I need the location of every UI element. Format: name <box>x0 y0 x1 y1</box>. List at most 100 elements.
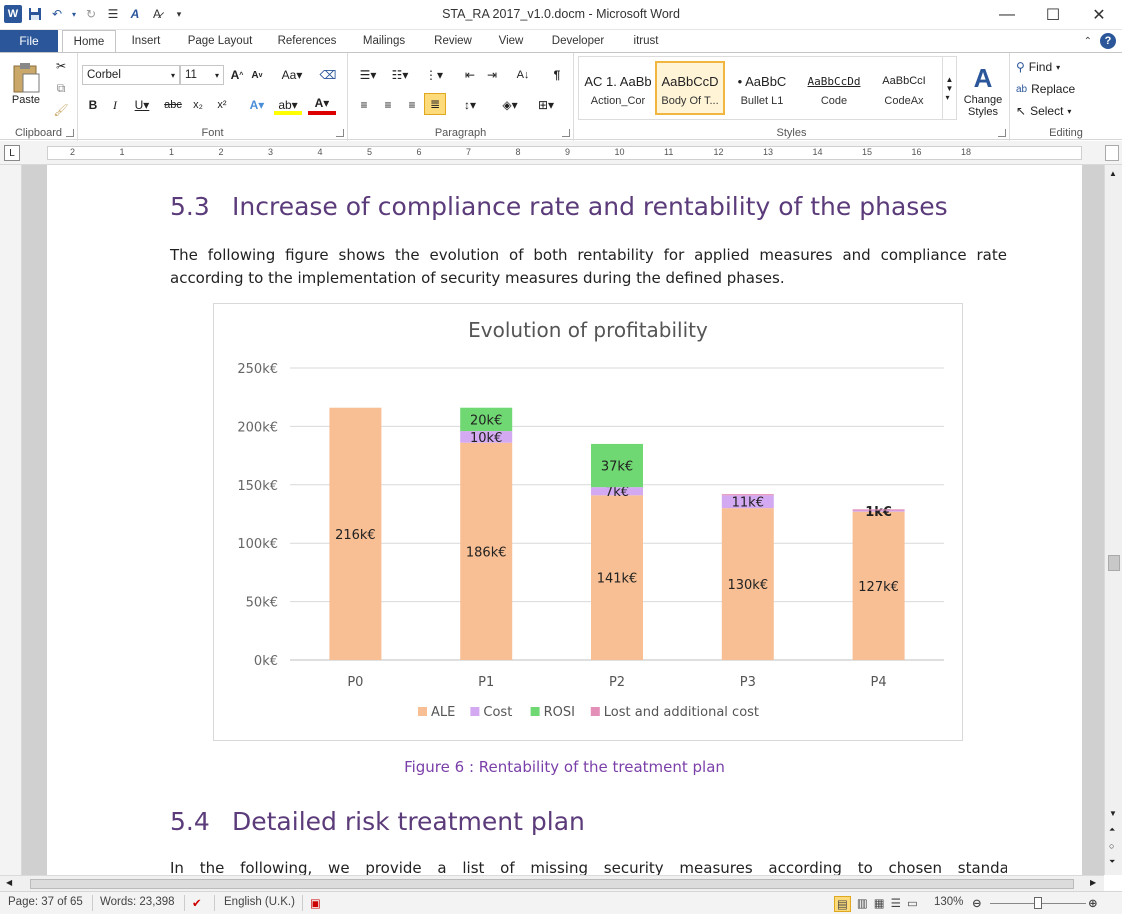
clear-format-icon[interactable]: A̷ <box>148 5 166 23</box>
clear-formatting-icon[interactable]: ⌫ <box>318 65 338 85</box>
select-browse-object-icon[interactable]: ○ <box>1109 841 1114 851</box>
word-app-icon[interactable]: W <box>4 5 22 23</box>
undo-dropdown-icon[interactable]: ▾ <box>70 5 78 23</box>
decrease-indent-icon[interactable]: ⇤ <box>460 65 480 85</box>
align-left-icon[interactable]: ≡ <box>354 95 374 115</box>
cut-icon[interactable]: ✂ <box>52 57 70 75</box>
maximize-button[interactable]: ☐ <box>1030 0 1076 30</box>
scroll-right-icon[interactable]: ▶ <box>1090 878 1096 887</box>
select-button[interactable]: ↖ Select ▾ <box>1016 101 1106 121</box>
tab-review[interactable]: Review <box>424 30 482 52</box>
macro-recording-icon[interactable]: ▣ <box>310 896 321 910</box>
draft-icon[interactable]: ▭ <box>907 896 918 912</box>
minimize-ribbon-icon[interactable]: ⌃ <box>1084 36 1092 47</box>
redo-icon[interactable]: ↻ <box>82 5 100 23</box>
scroll-up-icon[interactable]: ▲ <box>1109 169 1117 178</box>
web-layout-icon[interactable]: ▦ <box>874 896 885 912</box>
numbering-icon[interactable]: ☷▾ <box>386 65 414 85</box>
font-color-icon[interactable]: A▾ <box>308 95 336 115</box>
prev-page-icon[interactable]: ⏶ <box>1109 825 1115 835</box>
tab-home[interactable]: Home <box>62 30 116 53</box>
font-size-combo[interactable]: 11 ▾ <box>180 65 224 85</box>
view-ruler-icon[interactable] <box>1105 145 1119 161</box>
full-screen-reading-icon[interactable]: ▥ <box>857 896 868 912</box>
tab-references[interactable]: References <box>270 30 344 52</box>
style-code[interactable]: AaBbCcDd Code <box>799 61 869 115</box>
multilevel-list-icon[interactable]: ⋮▾ <box>420 65 448 85</box>
copy-icon[interactable]: ⧉ <box>52 79 70 97</box>
scroll-left-icon[interactable]: ◀ <box>6 878 12 887</box>
zoom-in-icon[interactable]: ⊕ <box>1088 896 1098 910</box>
document-page[interactable]: 5.3 Increase of compliance rate and renta… <box>47 165 1082 875</box>
bold-icon[interactable]: B <box>84 95 102 115</box>
customize-qat-icon[interactable]: ▾ <box>170 5 188 23</box>
show-formatting-icon[interactable]: ¶ <box>548 65 566 85</box>
vertical-scrollbar[interactable]: ▲ ▼ ⏶ ○ ⏷ <box>1104 165 1122 875</box>
align-center-icon[interactable]: ≡ <box>378 95 398 115</box>
superscript-icon[interactable]: x² <box>212 95 232 115</box>
language-indicator[interactable]: English (U.K.) <box>224 896 295 908</box>
vertical-ruler[interactable] <box>0 165 22 875</box>
style-bullet-l1[interactable]: • AaBbC Bullet L1 <box>727 61 797 115</box>
line-spacing-icon[interactable]: ↕▾ <box>456 95 484 115</box>
help-icon[interactable]: ? <box>1100 33 1116 49</box>
horizontal-scrollbar[interactable]: ◀ ▶ <box>0 875 1104 891</box>
scroll-down-icon[interactable]: ▼ <box>1109 809 1117 818</box>
horizontal-ruler[interactable]: 2 1 1 2 3 4 5 6 7 8 9 10 11 12 13 14 15 16 18 <box>47 146 1082 160</box>
italic-icon[interactable]: I <box>106 95 124 115</box>
word-count[interactable]: Words: 23,398 <box>100 896 175 908</box>
zoom-slider-thumb[interactable] <box>1034 897 1042 909</box>
find-button[interactable]: ⚲ Find ▾ <box>1016 57 1106 77</box>
highlight-icon[interactable]: ab▾ <box>274 95 302 115</box>
change-case-icon[interactable]: Aa▾ <box>278 65 306 85</box>
style-action-cor[interactable]: AC 1. AaBb Action_Cor <box>583 61 653 115</box>
paste-button[interactable]: Paste <box>6 57 46 111</box>
tab-developer[interactable]: Developer <box>542 30 614 52</box>
styles-scroll-icon[interactable]: ▲ ▼ ▾ <box>943 56 957 120</box>
tab-itrust[interactable]: itrust <box>622 30 670 52</box>
shrink-font-icon[interactable]: Av <box>248 65 266 85</box>
paragraph-launcher-icon[interactable] <box>562 129 570 137</box>
horizontal-scroll-thumb[interactable] <box>30 879 1074 889</box>
minimize-button[interactable]: — <box>984 0 1030 30</box>
borders-icon[interactable]: ⊞▾ <box>532 95 560 115</box>
change-styles-button[interactable]: A Change Styles <box>960 57 1006 123</box>
grow-font-icon[interactable]: A ^ <box>228 65 246 85</box>
justify-icon[interactable]: ≣ <box>424 93 446 115</box>
zoom-level[interactable]: 130% <box>934 896 963 908</box>
font-launcher-icon[interactable] <box>336 129 344 137</box>
print-layout-icon[interactable]: ▤ <box>834 896 851 912</box>
undo-icon[interactable]: ↶ <box>48 5 66 23</box>
tab-selector-icon[interactable]: L <box>4 145 20 161</box>
styles-launcher-icon[interactable] <box>998 129 1006 137</box>
tab-mailings[interactable]: Mailings <box>352 30 416 52</box>
zoom-out-icon[interactable]: ⊖ <box>972 896 982 910</box>
style-body-of-text[interactable]: AaBbCcD Body Of T... <box>655 61 725 115</box>
style-icon[interactable]: A <box>126 5 144 23</box>
tab-page-layout[interactable]: Page Layout <box>180 30 260 52</box>
sort-icon[interactable]: A↓ <box>512 65 534 85</box>
tab-view[interactable]: View <box>490 30 532 52</box>
format-painter-icon[interactable]: 🖌 <box>52 101 70 119</box>
increase-indent-icon[interactable]: ⇥ <box>482 65 502 85</box>
tab-file[interactable]: File <box>0 30 58 52</box>
outline-icon[interactable]: ☰ <box>891 896 901 912</box>
bullets-icon[interactable]: ☰▾ <box>354 65 382 85</box>
align-right-icon[interactable]: ≡ <box>402 95 422 115</box>
close-button[interactable]: ✕ <box>1076 0 1122 30</box>
proofing-icon[interactable]: ✔ <box>192 896 202 910</box>
page-count[interactable]: Page: 37 of 65 <box>8 896 83 908</box>
vertical-scroll-thumb[interactable] <box>1108 555 1120 571</box>
font-name-combo[interactable]: Corbel ▾ <box>82 65 180 85</box>
next-page-icon[interactable]: ⏷ <box>1109 857 1115 867</box>
subscript-icon[interactable]: x₂ <box>188 95 208 115</box>
list-numbering-icon[interactable]: ☰ <box>104 5 122 23</box>
replace-button[interactable]: ab Replace <box>1016 79 1106 99</box>
chart-frame[interactable]: Evolution of profitability 0k€ 50k€ 100k€ 1… <box>213 303 963 741</box>
strikethrough-icon[interactable]: abc <box>162 95 184 115</box>
underline-icon[interactable]: U▾ <box>130 95 154 115</box>
tab-insert[interactable]: Insert <box>122 30 170 52</box>
shading-icon[interactable]: ◈▾ <box>496 95 524 115</box>
text-effects-icon[interactable]: A▾ <box>244 95 270 115</box>
clipboard-launcher-icon[interactable] <box>66 129 74 137</box>
